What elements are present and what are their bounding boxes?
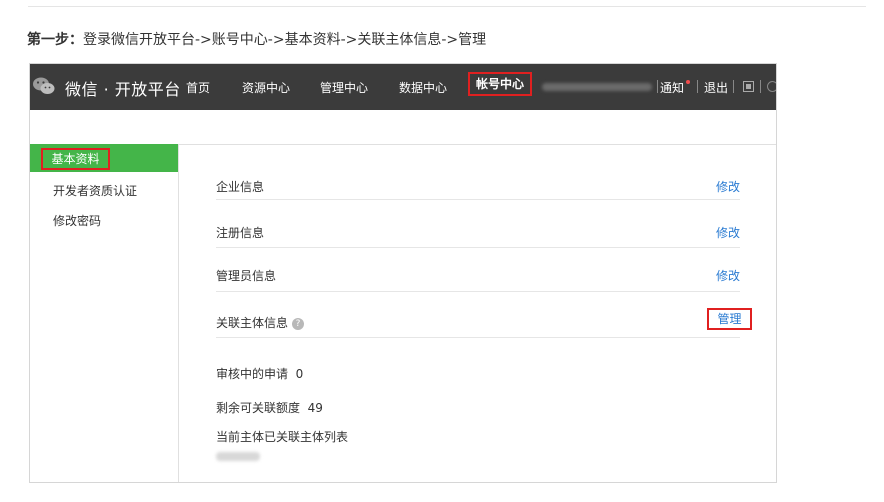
row-label-linked-entity: 关联主体信息? xyxy=(216,314,305,331)
info-row-admin: 管理员信息 修改 xyxy=(216,262,740,292)
divider xyxy=(28,6,866,7)
wechat-logo-icon xyxy=(33,77,55,94)
nav-resources[interactable]: 资源中心 xyxy=(242,79,290,96)
instruction-text: 第一步：登录微信开放平台->账号中心->基本资料->关联主体信息->管理 xyxy=(27,29,486,49)
sidebar-item-basic-info[interactable]: 基本资料 xyxy=(30,144,178,172)
pending-applications: 审核中的申请 0 xyxy=(216,365,303,382)
remaining-quota: 剩余可关联额度 49 xyxy=(216,399,323,416)
sidebar-item-developer-certification[interactable]: 开发者资质认证 xyxy=(53,182,137,199)
qrcode-icon[interactable] xyxy=(743,81,754,92)
nav-management[interactable]: 管理中心 xyxy=(320,79,368,96)
quota-count: 49 xyxy=(307,401,323,415)
logout-link[interactable]: 退出 xyxy=(704,79,728,96)
separator xyxy=(697,80,698,93)
nav-home[interactable]: 首页 xyxy=(186,79,210,96)
nav-data[interactable]: 数据中心 xyxy=(399,79,447,96)
sidebar-item-label[interactable]: 基本资料 xyxy=(41,148,110,170)
brand-title[interactable]: 微信 · 开放平台 xyxy=(65,76,181,100)
sub-header xyxy=(30,110,776,145)
linked-entity-label: 关联主体信息 xyxy=(216,316,289,330)
edit-registration-link[interactable]: 修改 xyxy=(716,224,740,241)
info-row-registration: 注册信息 修改 xyxy=(216,216,740,248)
notification-dot-icon xyxy=(686,80,690,84)
sidebar-item-change-password[interactable]: 修改密码 xyxy=(53,212,101,229)
sidebar: 基本资料 开发者资质认证 修改密码 xyxy=(30,144,179,482)
account-email-blurred xyxy=(542,83,652,91)
step-prefix: 第一步： xyxy=(27,32,83,48)
help-icon[interactable]: ? xyxy=(292,317,305,330)
screenshot-frame: 微信 · 开放平台 首页 资源中心 管理中心 数据中心 帐号中心 通知 退出 基… xyxy=(29,63,777,483)
manage-linked-entity-button[interactable]: 管理 xyxy=(707,308,752,330)
row-label: 注册信息 xyxy=(216,226,265,240)
nav-notifications[interactable]: 通知 xyxy=(660,79,684,96)
info-row-linked-entity: 关联主体信息? xyxy=(216,308,740,338)
edit-company-link[interactable]: 修改 xyxy=(716,178,740,195)
info-row-company: 企业信息 修改 xyxy=(216,168,740,200)
nav-account-center[interactable]: 帐号中心 xyxy=(468,72,532,96)
step-path: 登录微信开放平台->账号中心->基本资料->关联主体信息->管理 xyxy=(83,32,487,48)
row-label: 管理员信息 xyxy=(216,269,277,283)
pending-label: 审核中的申请 xyxy=(216,367,289,381)
linked-entity-blurred xyxy=(216,452,260,461)
separator xyxy=(657,80,658,93)
separator xyxy=(733,80,734,93)
settings-icon[interactable] xyxy=(767,81,776,92)
separator xyxy=(760,80,761,93)
quota-label: 剩余可关联额度 xyxy=(216,401,301,415)
edit-admin-link[interactable]: 修改 xyxy=(716,267,740,284)
top-navbar: 微信 · 开放平台 首页 资源中心 管理中心 数据中心 帐号中心 通知 退出 xyxy=(30,64,776,110)
linked-entity-list-title: 当前主体已关联主体列表 xyxy=(216,430,349,444)
row-label: 企业信息 xyxy=(216,180,265,194)
pending-count: 0 xyxy=(295,367,304,381)
